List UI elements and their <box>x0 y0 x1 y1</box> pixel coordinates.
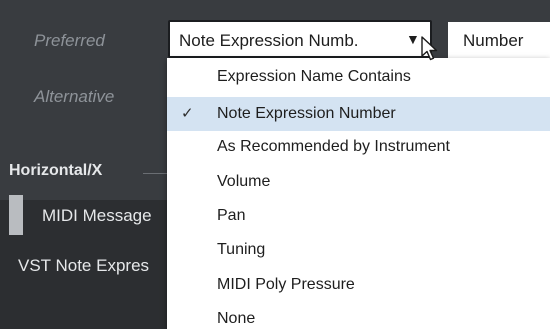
dropdown-selected-value: Note Expression Numb. <box>179 31 359 50</box>
menu-item-expression-name-contains[interactable]: Expression Name Contains <box>167 60 550 94</box>
menu-item-label: None <box>217 310 256 327</box>
menu-item-none[interactable]: None <box>167 302 550 329</box>
menu-item-volume[interactable]: Volume <box>167 165 550 199</box>
menu-item-label: Note Expression Number <box>217 105 396 122</box>
menu-item-label: Pan <box>217 207 246 224</box>
alternative-label: Alternative <box>34 87 115 106</box>
menu-item-tuning[interactable]: Tuning <box>167 233 550 267</box>
preferred-dropdown[interactable]: Note Expression Numb. ▼ <box>168 20 432 58</box>
number-field-value: Number <box>463 31 524 50</box>
menu-item-note-expression-number[interactable]: ✓ Note Expression Number <box>167 97 550 131</box>
section-divider <box>143 173 167 174</box>
menu-item-label: Tuning <box>217 241 266 258</box>
midi-message-label[interactable]: MIDI Message <box>42 206 152 226</box>
mouse-pointer-icon <box>421 36 438 61</box>
menu-item-midi-poly-pressure[interactable]: MIDI Poly Pressure <box>167 268 550 302</box>
menu-item-pan[interactable]: Pan <box>167 199 550 233</box>
menu-item-label: MIDI Poly Pressure <box>217 276 355 293</box>
vst-note-expression-label[interactable]: VST Note Expres <box>18 256 149 276</box>
menu-item-label: Volume <box>217 173 271 190</box>
number-field[interactable]: Number <box>448 22 550 58</box>
midi-message-swatch[interactable] <box>9 195 23 235</box>
triangle-down-icon[interactable]: ▼ <box>406 31 420 47</box>
menu-item-label: As Recommended by Instrument <box>217 138 450 155</box>
section-title-horizontal: Horizontal/X <box>9 162 103 179</box>
menu-item-as-recommended[interactable]: As Recommended by Instrument <box>167 130 550 164</box>
preferred-label: Preferred <box>34 31 105 50</box>
menu-item-label: Expression Name Contains <box>217 68 411 85</box>
dropdown-menu: Expression Name Contains ✓ Note Expressi… <box>167 58 550 329</box>
checkmark-icon: ✓ <box>181 105 194 122</box>
